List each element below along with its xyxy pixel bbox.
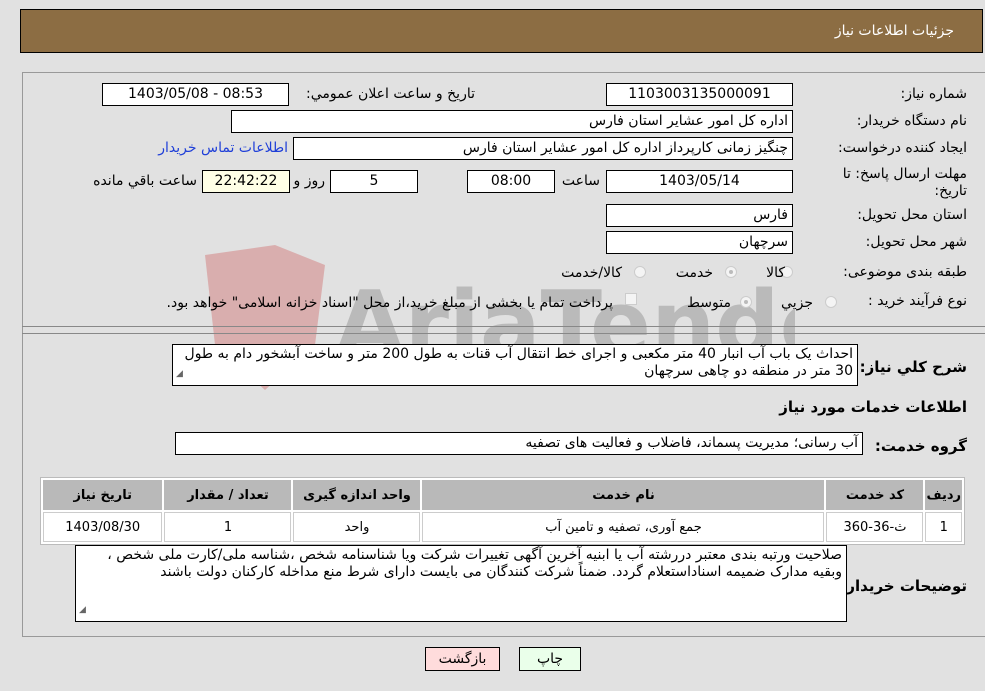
deadline-label-2: تاريخ: [934,183,967,199]
services-table: رديف کد خدمت نام خدمت واحد اندازه گيری ت… [40,477,965,545]
category-goods-service-label: کالا/خدمت [561,265,622,281]
deadline-time-field: 08:00 [467,170,555,193]
page-header: جزئیات اطلاعات نیاز [20,9,983,53]
cell-service-name: جمع آوری، تصفیه و تامین آب [422,512,825,542]
buyer-notes-text: صلاحیت ورتبه بندی معتبر دررشته آب یا ابن… [107,547,842,580]
creator-field: چنگیز زمانی کارپرداز اداره کل امور عشایر… [293,137,793,160]
deadline-label: مهلت ارسال پاسخ: تا [842,166,967,182]
city-field: سرچهان [606,231,793,254]
city-label: شهر محل تحويل: [865,234,967,250]
resize-grip-icon[interactable]: ◢ [79,602,86,619]
description-text: احداث یک باب آب انبار 40 متر مکعبی و اجر… [184,346,853,379]
need-number-label: شماره نیاز: [900,86,968,102]
time-remaining-field: 22:42:22 [202,170,290,193]
buyer-notes-textarea[interactable]: صلاحیت ورتبه بندی معتبر دررشته آب یا ابن… [75,545,847,622]
cell-unit: واحد [293,512,421,542]
services-section-title: اطلاعات خدمات مورد نياز [779,398,967,416]
cell-need-date: 1403/08/30 [43,512,163,542]
page-title: جزئیات اطلاعات نیاز [834,23,954,39]
days-remaining-field: 5 [330,170,418,193]
service-group-label: گروه خدمت: [874,437,967,455]
divider [22,333,985,334]
need-number-field: 1103003135000091 [606,83,793,106]
service-group-field: آب رسانی؛ مدیریت پسماند، فاضلاب و فعالیت… [175,432,863,455]
category-service-radio[interactable] [725,266,737,278]
category-goods-service-radio[interactable] [634,266,646,278]
creator-label: ايجاد کننده درخواست: [838,140,967,156]
treasury-note: پرداخت تمام یا بخشی از مبلغ خرید،از محل … [166,295,613,311]
cell-service-code: ث-36-360 [826,512,924,542]
process-type-label: نوع فرآیند خرید : [868,293,967,309]
province-label: استان محل تحويل: [857,207,967,223]
process-minor-label: جزيي [781,295,813,311]
col-unit: واحد اندازه گيری [293,480,421,510]
process-medium-radio[interactable] [740,296,752,308]
divider [22,326,985,327]
category-service-label: خدمت [675,265,713,281]
process-minor-radio[interactable] [825,296,837,308]
buyer-notes-label: توضيحات خريدار: [840,577,967,595]
treasury-checkbox[interactable] [625,293,637,305]
table-row: 1 ث-36-360 جمع آوری، تصفیه و تامین آب وا… [43,512,962,542]
announce-date-field: 1403/05/08 - 08:53 [102,83,289,106]
days-label: روز و [293,173,326,189]
col-service-name: نام خدمت [422,480,825,510]
cell-quantity: 1 [164,512,292,542]
col-service-code: کد خدمت [826,480,924,510]
description-textarea[interactable]: احداث یک باب آب انبار 40 متر مکعبی و اجر… [172,344,858,386]
description-label: شرح کلي نياز: [859,358,967,376]
announce-date-label: تاريخ و ساعت اعلان عمومي: [306,86,475,102]
print-button[interactable]: چاپ [519,647,581,671]
table-header-row: رديف کد خدمت نام خدمت واحد اندازه گيری ت… [43,480,962,510]
province-field: فارس [606,204,793,227]
category-goods-label: کالا [766,265,785,281]
col-quantity: تعداد / مقدار [164,480,292,510]
deadline-time-label: ساعت [561,173,600,189]
category-label: طبقه بندی موضوعی: [843,264,967,280]
col-row: رديف [925,480,962,510]
time-remaining-label: ساعت باقي مانده [93,173,197,189]
back-button[interactable]: بازگشت [425,647,500,671]
cell-row: 1 [925,512,962,542]
buyer-contact-link[interactable]: اطلاعات تماس خريدار [158,140,288,156]
resize-grip-icon[interactable]: ◢ [176,366,183,383]
process-medium-label: متوسط [687,295,731,311]
deadline-date-field: 1403/05/14 [606,170,793,193]
buyer-org-label: نام دستگاه خريدار: [856,113,967,129]
buyer-org-field: اداره کل امور عشایر استان فارس [231,110,793,133]
col-need-date: تاريخ نياز [43,480,163,510]
